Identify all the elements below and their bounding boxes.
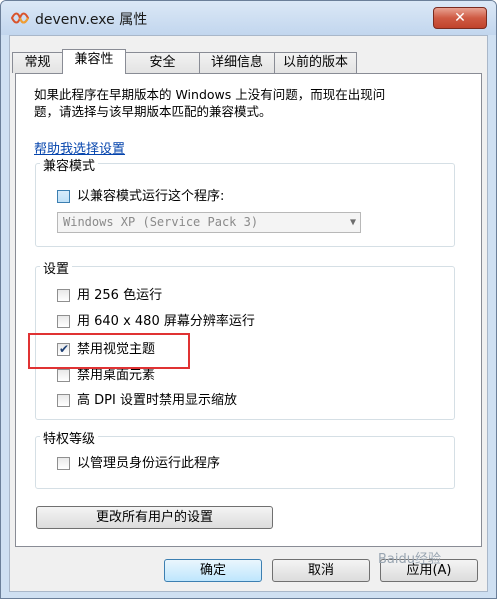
run-as-admin-checkbox[interactable] <box>57 457 70 470</box>
checkbox[interactable] <box>57 394 70 407</box>
ok-button[interactable]: 确定 <box>164 559 262 582</box>
watermark-text: Baidu经验 <box>378 552 441 567</box>
compat-mode-select[interactable]: Windows XP (Service Pack 3) ▼ <box>57 212 361 233</box>
close-button[interactable]: ✕ <box>433 7 487 29</box>
tab-compatibility[interactable]: 兼容性 <box>62 49 126 74</box>
privilege-group-label: 特权等级 <box>40 428 99 447</box>
checkbox[interactable] <box>57 369 70 382</box>
close-icon: ✕ <box>454 10 466 26</box>
change-all-users-button[interactable]: 更改所有用户的设置 <box>36 506 273 529</box>
annotation-highlight-box <box>28 333 190 369</box>
compat-mode-group-label: 兼容模式 <box>40 155 99 174</box>
tab-general[interactable]: 常规 <box>12 52 63 73</box>
checkbox[interactable] <box>57 289 70 302</box>
tab-security[interactable]: 安全 <box>125 52 200 73</box>
title-bar: devenv.exe 属性 ✕ <box>1 1 496 35</box>
settings-group-label: 设置 <box>40 258 73 277</box>
compat-mode-checkbox[interactable] <box>57 190 70 203</box>
chevron-down-icon: ▼ <box>349 217 356 228</box>
cancel-button[interactable]: 取消 <box>272 559 370 582</box>
description-text: 如果此程序在早期版本的 Windows 上没有问题，而现在出现问 题，请选择与该… <box>34 87 386 119</box>
checkbox[interactable] <box>57 315 70 328</box>
visual-studio-icon <box>11 12 29 24</box>
window-title: devenv.exe 属性 <box>35 12 148 28</box>
tab-details[interactable]: 详细信息 <box>199 52 275 73</box>
tab-previous-versions[interactable]: 以前的版本 <box>274 52 357 73</box>
